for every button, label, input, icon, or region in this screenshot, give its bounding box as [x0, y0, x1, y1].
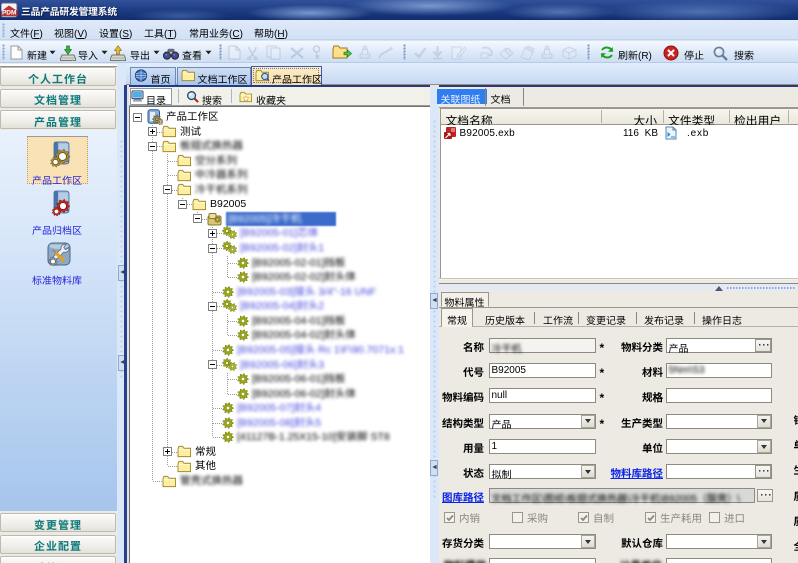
svg-text:PDM: PDM [2, 10, 16, 17]
